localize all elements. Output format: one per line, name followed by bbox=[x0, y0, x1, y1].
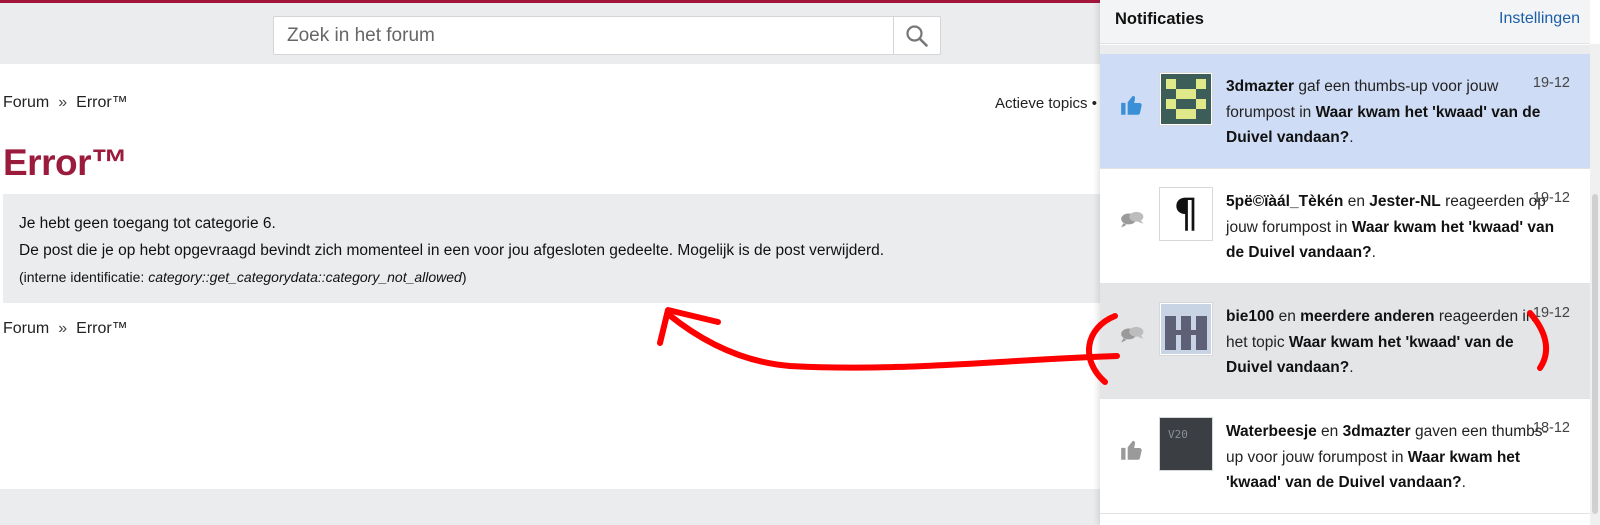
notification-item[interactable]: ¶ 5pë©ïàál_Tèkén en Jester-NL reageerden… bbox=[1100, 169, 1590, 284]
panel-gap bbox=[1100, 45, 1590, 54]
notification-item[interactable]: V20 Waterbeesje en 3dmazter gaven een th… bbox=[1100, 399, 1590, 514]
comments-icon bbox=[1119, 207, 1145, 233]
notification-user[interactable]: bie100 bbox=[1226, 308, 1274, 325]
top-nav: Actieve topics • bbox=[995, 95, 1097, 112]
main-content: Forum » Error™ Actieve topics • Error™ Je … bbox=[0, 64, 1100, 489]
notification-user[interactable]: 5pë©ïàál_Tèkén bbox=[1226, 193, 1343, 210]
notification-end: . bbox=[1371, 244, 1376, 261]
letter-h-avatar[interactable] bbox=[1159, 302, 1213, 356]
notification-end: . bbox=[1349, 359, 1354, 376]
notification-user[interactable]: 3dmazter bbox=[1226, 78, 1294, 95]
notification-user[interactable]: 3dmazter bbox=[1343, 423, 1411, 440]
breadcrumb-current: Error™ bbox=[76, 320, 128, 337]
breadcrumb-forum-link[interactable]: Forum bbox=[3, 320, 49, 337]
error-identifier-prefix: (interne identificatie: bbox=[19, 269, 149, 285]
notification-join: en bbox=[1274, 308, 1301, 325]
notification-text: 5pë©ïàál_Tèkén en Jester-NL reageerden o… bbox=[1226, 189, 1556, 266]
notification-date: 18-12 bbox=[1532, 420, 1570, 436]
v20-photo-avatar[interactable]: V20 bbox=[1159, 417, 1213, 471]
notification-user[interactable]: Jester-NL bbox=[1369, 193, 1441, 210]
search-input[interactable] bbox=[274, 17, 894, 54]
notification-end: . bbox=[1461, 474, 1466, 491]
notification-item[interactable]: 3dmazter gaf een thumbs-up voor jouw for… bbox=[1100, 54, 1590, 169]
page-footer bbox=[0, 489, 1100, 525]
breadcrumb-bottom: Forum » Error™ bbox=[3, 320, 128, 338]
error-line-1: Je hebt geen toegang tot categorie 6. bbox=[19, 215, 276, 232]
error-code: category::get_categorydata::category_not… bbox=[148, 269, 462, 285]
page-title: Error™ bbox=[3, 142, 128, 183]
notification-item[interactable]: bie100 en meerdere anderen reageerden in… bbox=[1100, 284, 1590, 399]
notification-join: en bbox=[1343, 193, 1370, 210]
notification-text: Waterbeesje en 3dmazter gaven een thumbs… bbox=[1226, 419, 1556, 496]
notification-date: 19-12 bbox=[1532, 75, 1570, 91]
pilcrow-glyph: ¶ bbox=[1173, 191, 1199, 237]
breadcrumb-forum-link[interactable]: Forum bbox=[3, 94, 49, 111]
error-identifier-suffix: ) bbox=[461, 269, 467, 285]
thumbs-up-icon bbox=[1119, 437, 1145, 463]
notifications-panel: Notificaties Instellingen 3dmazter gaf e… bbox=[1100, 0, 1600, 525]
notifications-scrollbar[interactable] bbox=[1590, 44, 1600, 525]
pilcrow-avatar[interactable]: ¶ bbox=[1159, 187, 1213, 241]
notification-date: 19-12 bbox=[1532, 305, 1570, 321]
search-icon bbox=[906, 24, 928, 47]
search-button[interactable] bbox=[893, 17, 940, 54]
notification-user[interactable]: meerdere anderen bbox=[1300, 308, 1434, 325]
comments-icon bbox=[1119, 322, 1145, 348]
breadcrumb-separator: » bbox=[58, 320, 68, 337]
notification-user[interactable]: Waterbeesje bbox=[1226, 423, 1317, 440]
error-message-box: Je hebt geen toegang tot categorie 6. De… bbox=[3, 194, 1100, 303]
breadcrumb-separator: » bbox=[58, 94, 68, 111]
v20-photo-text: V20 bbox=[1168, 428, 1188, 441]
notifications-header: Notificaties Instellingen bbox=[1100, 0, 1590, 44]
search-box bbox=[273, 16, 941, 55]
pixel-face-avatar[interactable] bbox=[1159, 72, 1213, 126]
thumbs-up-icon bbox=[1119, 92, 1145, 118]
breadcrumb-current: Error™ bbox=[76, 94, 128, 111]
notification-text: bie100 en meerdere anderen reageerden in… bbox=[1226, 304, 1556, 381]
top-bar bbox=[0, 0, 1100, 64]
breadcrumb: Forum » Error™ bbox=[3, 94, 128, 112]
notifications-title: Notificaties bbox=[1115, 10, 1204, 28]
notification-date: 19-12 bbox=[1532, 190, 1570, 206]
scrollbar-thumb[interactable] bbox=[1592, 194, 1598, 514]
notifications-settings-link[interactable]: Instellingen bbox=[1499, 10, 1580, 28]
notification-end: . bbox=[1349, 129, 1354, 146]
error-identifier: (interne identificatie: category::get_ca… bbox=[19, 264, 1100, 291]
notification-join: en bbox=[1316, 423, 1343, 440]
nav-dot-separator: • bbox=[1091, 95, 1097, 112]
error-line-2: De post die je op hebt opgevraagd bevind… bbox=[19, 242, 885, 259]
notification-text: 3dmazter gaf een thumbs-up voor jouw for… bbox=[1226, 74, 1556, 151]
actieve-topics-link[interactable]: Actieve topics bbox=[995, 95, 1088, 112]
